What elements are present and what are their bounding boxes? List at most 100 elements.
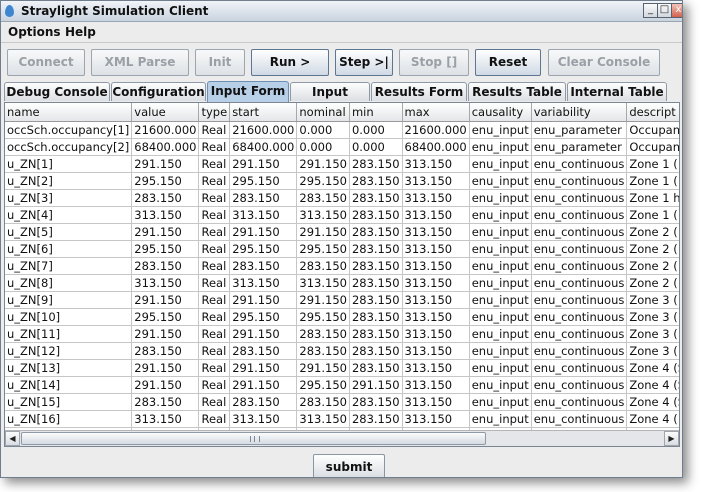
cell-nominal[interactable]: 295.150 bbox=[296, 240, 350, 258]
cell-variability[interactable]: enu_continuous bbox=[531, 291, 628, 309]
cell-min[interactable]: 283.150 bbox=[349, 308, 403, 326]
tab-input-form[interactable]: Input Form bbox=[207, 81, 289, 102]
table-row[interactable]: occSch.occupancy[2] 68400.000 Real 68400.00… bbox=[5, 138, 679, 156]
cell-max[interactable]: 313.150 bbox=[402, 359, 470, 377]
cell-value[interactable]: 291.150 bbox=[131, 291, 200, 309]
cell-name[interactable]: u_ZN[10] bbox=[5, 308, 133, 326]
cell-descript[interactable]: Zone 4 (S bbox=[626, 393, 679, 411]
cell-descript[interactable]: Zone 1 ( bbox=[626, 172, 679, 190]
cell-start[interactable]: 283.150 bbox=[229, 342, 298, 360]
cell-name[interactable]: occSch.occupancy[1] bbox=[5, 121, 133, 139]
cell-start[interactable]: 295.150 bbox=[229, 172, 298, 190]
table-row[interactable]: u_ZN[13] 291.150 Real 291.150 291.150 283.150… bbox=[5, 359, 679, 377]
column-header-descript[interactable]: descript bbox=[626, 103, 679, 122]
cell-variability[interactable]: enu_continuous bbox=[531, 342, 628, 360]
cell-value[interactable]: 291.150 bbox=[131, 359, 200, 377]
cell-descript[interactable]: Zone 2 ( bbox=[626, 223, 679, 241]
cell-min[interactable]: 291.150 bbox=[349, 376, 403, 394]
cell-nominal[interactable]: 313.150 bbox=[296, 410, 350, 428]
cell-name[interactable]: u_ZN[15] bbox=[5, 393, 133, 411]
scroll-left-icon[interactable]: ◀ bbox=[5, 431, 20, 446]
cell-nominal[interactable]: 313.150 bbox=[296, 274, 350, 292]
cell-variability[interactable]: enu_parameter bbox=[531, 121, 628, 139]
cell-causality[interactable]: enu_input bbox=[469, 138, 532, 156]
cell-variability[interactable]: enu_continuous bbox=[531, 240, 628, 258]
cell-descript[interactable]: Zone 1 h bbox=[626, 189, 679, 207]
cell-name[interactable]: u_ZN[5] bbox=[5, 223, 133, 241]
cell-name[interactable]: u_ZN[9] bbox=[5, 291, 133, 309]
cell-type[interactable]: Real bbox=[198, 223, 231, 241]
cell-min[interactable]: 283.150 bbox=[349, 359, 403, 377]
cell-start[interactable]: 291.150 bbox=[229, 359, 298, 377]
run-button[interactable]: Run > bbox=[251, 49, 329, 76]
cell-value[interactable]: 68400.000 bbox=[131, 138, 200, 156]
cell-descript[interactable]: Occupan bbox=[626, 121, 679, 139]
cell-causality[interactable]: enu_input bbox=[469, 393, 532, 411]
cell-start[interactable]: 283.150 bbox=[229, 257, 298, 275]
minimize-icon[interactable]: _ bbox=[643, 3, 658, 18]
column-header-min[interactable]: min bbox=[349, 103, 403, 122]
cell-variability[interactable]: enu_continuous bbox=[531, 359, 628, 377]
menu-options[interactable]: Options bbox=[8, 25, 61, 39]
cell-causality[interactable]: enu_input bbox=[469, 172, 532, 190]
cell-value[interactable]: 283.150 bbox=[131, 189, 200, 207]
cell-max[interactable]: 313.150 bbox=[402, 325, 470, 343]
cell-variability[interactable]: enu_continuous bbox=[531, 172, 628, 190]
cell-min[interactable]: 283.150 bbox=[349, 342, 403, 360]
table-viewport[interactable]: name value type start nominal min max causality… bbox=[5, 103, 679, 430]
cell-nominal[interactable]: 283.150 bbox=[296, 342, 350, 360]
cell-name[interactable]: u_ZN[8] bbox=[5, 274, 133, 292]
cell-min[interactable]: 283.150 bbox=[349, 274, 403, 292]
cell-value[interactable]: 291.150 bbox=[131, 325, 200, 343]
cell-type[interactable]: Real bbox=[198, 172, 231, 190]
column-header-value[interactable]: value bbox=[131, 103, 200, 122]
cell-type[interactable]: Real bbox=[198, 291, 231, 309]
cell-start[interactable]: 313.150 bbox=[229, 206, 298, 224]
cell-name[interactable]: u_ZN[7] bbox=[5, 257, 133, 275]
table-row[interactable]: u_ZN[7] 283.150 Real 283.150 283.150 283.150 3… bbox=[5, 257, 679, 275]
cell-value[interactable]: 295.150 bbox=[131, 240, 200, 258]
cell-nominal[interactable]: 313.150 bbox=[296, 206, 350, 224]
maximize-icon[interactable]: □ bbox=[657, 3, 672, 18]
cell-variability[interactable]: enu_continuous bbox=[531, 206, 628, 224]
column-header-variability[interactable]: variability bbox=[531, 103, 628, 122]
cell-type[interactable]: Real bbox=[198, 189, 231, 207]
table-row[interactable]: u_ZN[3] 283.150 Real 283.150 283.150 283.150 3… bbox=[5, 189, 679, 207]
tab-debug-console[interactable]: Debug Console bbox=[4, 82, 110, 101]
cell-max[interactable]: 68400.000 bbox=[402, 138, 470, 156]
cell-variability[interactable]: enu_parameter bbox=[531, 138, 628, 156]
cell-nominal[interactable]: 291.150 bbox=[296, 155, 350, 173]
cell-name[interactable]: u_ZN[2] bbox=[5, 172, 133, 190]
tab-internal-table[interactable]: Internal Table bbox=[567, 82, 667, 101]
cell-variability[interactable]: enu_continuous bbox=[531, 308, 628, 326]
table-row[interactable]: occSch.occupancy[1] 21600.000 Real 21600.00… bbox=[5, 121, 679, 139]
cell-value[interactable]: 295.150 bbox=[131, 172, 200, 190]
cell-variability[interactable]: enu_continuous bbox=[531, 325, 628, 343]
cell-min[interactable]: 283.150 bbox=[349, 240, 403, 258]
table-row[interactable]: u_ZN[2] 295.150 Real 295.150 295.150 283.150 3… bbox=[5, 172, 679, 190]
cell-min[interactable]: 283.150 bbox=[349, 291, 403, 309]
cell-name[interactable]: occSch.occupancy[2] bbox=[5, 138, 133, 156]
cell-descript[interactable]: Zone 4 (S bbox=[626, 376, 679, 394]
connect-button[interactable]: Connect bbox=[7, 49, 85, 76]
cell-min[interactable]: 283.150 bbox=[349, 155, 403, 173]
cell-value[interactable]: 313.150 bbox=[131, 206, 200, 224]
tab-results-table[interactable]: Results Table bbox=[468, 82, 566, 101]
cell-causality[interactable]: enu_input bbox=[469, 274, 532, 292]
cell-start[interactable]: 313.150 bbox=[229, 274, 298, 292]
cell-causality[interactable]: enu_input bbox=[469, 240, 532, 258]
cell-name[interactable]: u_ZN[11] bbox=[5, 325, 133, 343]
column-header-type[interactable]: type bbox=[198, 103, 231, 122]
cell-name[interactable]: u_ZN[16] bbox=[5, 410, 133, 428]
step-button[interactable]: Step >| bbox=[335, 49, 393, 76]
column-header-max[interactable]: max bbox=[402, 103, 470, 122]
cell-causality[interactable]: enu_input bbox=[469, 206, 532, 224]
cell-value[interactable]: 291.150 bbox=[131, 376, 200, 394]
cell-min[interactable]: 283.150 bbox=[349, 257, 403, 275]
cell-max[interactable]: 313.150 bbox=[402, 206, 470, 224]
title-bar[interactable]: Straylight Simulation Client _ □ x bbox=[1, 1, 682, 22]
cell-descript[interactable]: Zone 3 ( bbox=[626, 325, 679, 343]
cell-max[interactable]: 313.150 bbox=[402, 376, 470, 394]
cell-descript[interactable]: Zone 4 (S bbox=[626, 359, 679, 377]
cell-nominal[interactable]: 0.000 bbox=[296, 121, 350, 139]
